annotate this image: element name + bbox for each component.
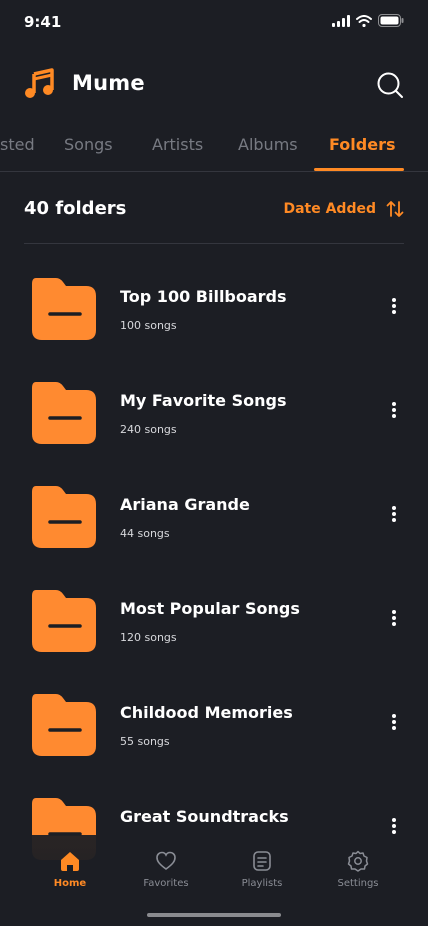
category-tabs: sted Songs Artists Albums Folders: [0, 130, 428, 172]
more-options-icon[interactable]: [388, 298, 400, 318]
folder-row[interactable]: My Favorite Songs 240 songs: [0, 374, 428, 454]
more-options-icon[interactable]: [388, 610, 400, 630]
home-indicator: [147, 913, 281, 917]
nav-settings[interactable]: Settings: [318, 850, 398, 889]
folder-row[interactable]: Ariana Grande 44 songs: [0, 478, 428, 558]
music-note-logo-icon: [25, 68, 54, 98]
sort-label: Date Added: [283, 201, 376, 217]
sort-arrows-icon: [386, 201, 404, 217]
folder-icon: [32, 590, 96, 652]
folder-title: Ariana Grande: [120, 495, 250, 514]
wifi-icon: [356, 14, 372, 27]
nav-home-label: Home: [53, 878, 87, 889]
folder-icon: [32, 278, 96, 340]
nav-favorites-label: Favorites: [143, 878, 189, 889]
status-bar: 9:41: [0, 0, 428, 44]
status-time: 9:41: [24, 13, 62, 31]
sort-button[interactable]: Date Added: [283, 200, 404, 218]
more-options-icon[interactable]: [388, 506, 400, 526]
folder-title: Childood Memories: [120, 703, 293, 722]
nav-home[interactable]: Home: [30, 850, 110, 889]
home-icon: [61, 852, 79, 871]
bottom-nav: Home Favorites Playlists Settings: [0, 835, 428, 926]
folder-row[interactable]: Childood Memories 55 songs: [0, 686, 428, 766]
tab-albums[interactable]: Albums: [238, 135, 298, 154]
gear-icon: [347, 850, 369, 872]
folder-song-count: 100 songs: [120, 319, 177, 332]
tab-suggested[interactable]: sted: [0, 135, 35, 154]
folder-row[interactable]: Top 100 Billboards 100 songs: [0, 270, 428, 350]
nav-settings-label: Settings: [337, 878, 379, 889]
folder-title: Great Soundtracks: [120, 807, 289, 826]
nav-playlists[interactable]: Playlists: [222, 850, 302, 889]
more-options-icon[interactable]: [388, 402, 400, 422]
app-title: Mume: [72, 71, 145, 95]
folder-title: My Favorite Songs: [120, 391, 287, 410]
folder-song-count: 240 songs: [120, 423, 177, 436]
folder-icon: [32, 486, 96, 548]
folder-song-count: 120 songs: [120, 631, 177, 644]
folder-icon: [32, 382, 96, 444]
list-header: 40 folders Date Added: [24, 196, 404, 244]
folder-title: Most Popular Songs: [120, 599, 300, 618]
nav-playlists-label: Playlists: [241, 878, 283, 889]
folder-row[interactable]: Most Popular Songs 120 songs: [0, 582, 428, 662]
document-icon: [253, 851, 271, 871]
heart-icon: [156, 851, 176, 870]
folder-count: 40 folders: [24, 198, 127, 219]
search-icon[interactable]: [376, 71, 404, 99]
folder-song-count: 55 songs: [120, 735, 170, 748]
tab-artists[interactable]: Artists: [152, 135, 203, 154]
folder-title: Top 100 Billboards: [120, 287, 287, 306]
folder-icon: [32, 694, 96, 756]
tab-folders[interactable]: Folders: [329, 135, 395, 154]
signal-icon: [332, 14, 350, 27]
tab-songs[interactable]: Songs: [64, 135, 113, 154]
nav-favorites[interactable]: Favorites: [126, 850, 206, 889]
folder-song-count: 44 songs: [120, 527, 170, 540]
battery-icon: [378, 14, 404, 27]
more-options-icon[interactable]: [388, 714, 400, 734]
active-tab-indicator: [314, 168, 404, 171]
status-icons: [332, 14, 404, 27]
app-header: Mume: [0, 60, 428, 110]
